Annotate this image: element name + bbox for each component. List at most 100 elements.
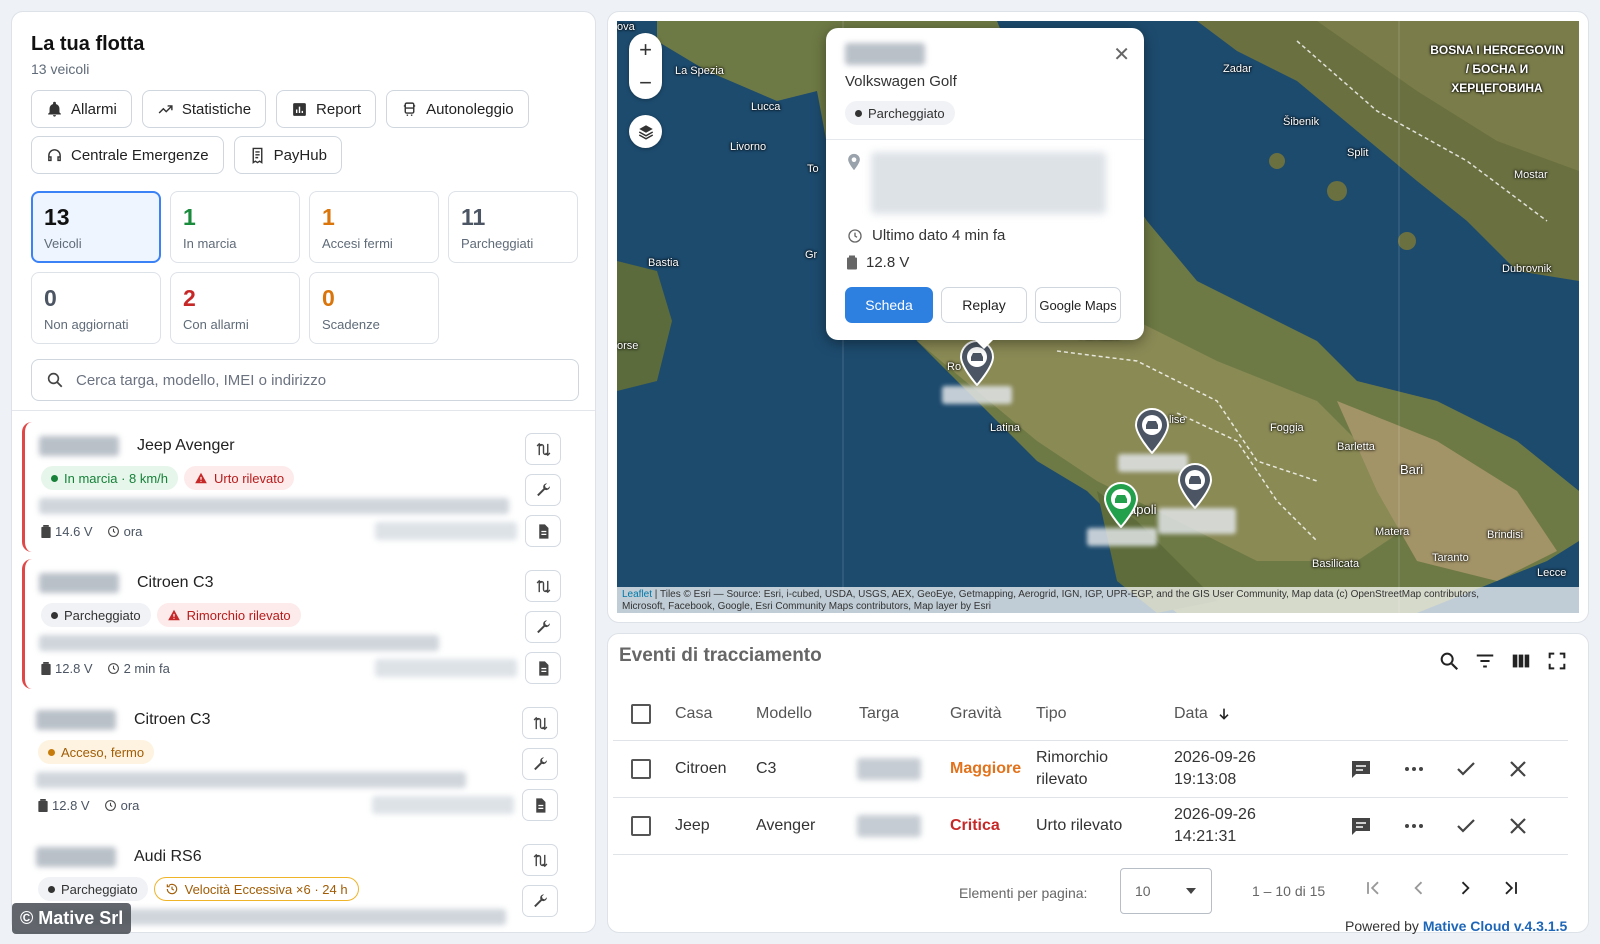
vehicle-actions	[525, 570, 561, 684]
map-label: Latina	[990, 422, 1020, 434]
column-header-casa[interactable]: Casa	[675, 687, 712, 740]
payhub-button[interactable]: PayHub	[233, 136, 342, 174]
vehicle-card[interactable]: Citroen C3 Parcheggiato Rimorchio rileva…	[22, 559, 582, 689]
filter-icon[interactable]	[1474, 650, 1496, 672]
per-page-value: 10	[1135, 883, 1151, 899]
vehicle-card[interactable]: Citroen C3 Acceso, fermo 12.8 V ora	[22, 696, 582, 826]
prev-page-icon[interactable]	[1409, 878, 1429, 898]
more-button[interactable]	[1402, 798, 1426, 854]
statistics-button[interactable]: Statistiche	[141, 90, 267, 128]
comment-button[interactable]	[1349, 741, 1373, 797]
close-icon[interactable]: ✕	[1113, 42, 1130, 67]
vehicle-actions	[522, 707, 558, 821]
alarms-button[interactable]: Allarmi	[31, 90, 132, 128]
vehicle-pin-gray[interactable]	[1134, 408, 1170, 454]
maintenance-button[interactable]	[522, 748, 558, 780]
vehicle-plate-redacted	[36, 710, 116, 730]
vehicle-address-redacted	[36, 772, 466, 788]
row-checkbox[interactable]	[631, 798, 651, 854]
map-label: Split	[1347, 147, 1369, 159]
map-label: Zadar	[1223, 63, 1252, 75]
search-placeholder: Cerca targa, modello, IMEI o indirizzo	[76, 371, 327, 389]
first-page-icon[interactable]	[1363, 878, 1383, 898]
stat-not-updated[interactable]: 0 Non aggiornati	[31, 272, 161, 344]
search-icon[interactable]	[1438, 650, 1460, 672]
route-button[interactable]	[525, 433, 561, 465]
per-page-select[interactable]: 10	[1120, 868, 1212, 914]
battery-icon	[41, 525, 51, 538]
document-button[interactable]	[522, 789, 558, 821]
document-button[interactable]	[525, 652, 561, 684]
vehicle-pin-green[interactable]	[1103, 482, 1139, 528]
map-label: Lucca	[751, 101, 781, 113]
wrench-icon	[533, 893, 547, 907]
stat-moving[interactable]: 1 In marcia	[170, 191, 300, 263]
stat-parked[interactable]: 11 Parcheggiati	[448, 191, 578, 263]
zoom-in-button[interactable]: +	[639, 37, 652, 63]
layers-button[interactable]	[629, 115, 662, 148]
sort-desc-icon	[1219, 708, 1229, 720]
acknowledge-button[interactable]	[1454, 741, 1478, 797]
row-checkbox[interactable]	[631, 741, 651, 797]
vehicle-meta: 12.8 V ora	[38, 798, 139, 813]
alarm-badge: Velocità Eccessiva ×6 · 24 h	[153, 877, 359, 901]
cell-targa-redacted	[857, 741, 921, 797]
bell-icon	[48, 101, 61, 117]
dismiss-button[interactable]	[1506, 741, 1530, 797]
stat-value: 0	[322, 285, 335, 311]
car-rental-button[interactable]: Autonoleggio	[386, 90, 529, 128]
maintenance-button[interactable]	[522, 885, 558, 917]
column-header-modello[interactable]: Modello	[756, 687, 812, 740]
stat-deadlines[interactable]: 0 Scadenze	[309, 272, 439, 344]
vehicle-card[interactable]: Jeep Avenger In marcia · 8 km/h Urto ril…	[22, 422, 582, 552]
map-label: Lecce	[1537, 567, 1567, 579]
last-page-icon[interactable]	[1501, 878, 1521, 898]
google-maps-button[interactable]: Google Maps	[1035, 287, 1121, 323]
map-label: Barletta	[1337, 441, 1375, 453]
list-divider	[12, 410, 595, 411]
fleet-panel: La tua flotta 13 veicoli Allarmi Statist…	[11, 11, 596, 933]
document-button[interactable]	[525, 515, 561, 547]
vehicle-pin-gray[interactable]	[1177, 463, 1213, 509]
route-button[interactable]	[525, 570, 561, 602]
stat-with-alarms[interactable]: 2 Con allarmi	[170, 272, 300, 344]
column-header-gravita[interactable]: Gravità	[950, 687, 1002, 740]
status-badge-label: Acceso, fermo	[61, 744, 145, 760]
map-canvas[interactable]: + − ova La Spezia Lucca Livorno To Basti…	[617, 21, 1579, 613]
comment-button[interactable]	[1349, 798, 1373, 854]
powered-by-brand[interactable]: Mative Cloud v.4.3.1.5	[1423, 918, 1567, 934]
column-header-targa[interactable]: Targa	[859, 687, 899, 740]
column-header-tipo[interactable]: Tipo	[1036, 687, 1067, 740]
fullscreen-icon[interactable]	[1546, 650, 1568, 672]
cell-data: 2026-09-26 14:21:31	[1174, 806, 1256, 845]
select-all-checkbox[interactable]	[631, 687, 651, 740]
route-button[interactable]	[522, 844, 558, 876]
cell-modello: Avenger	[756, 817, 816, 834]
column-header-data[interactable]: Data	[1174, 687, 1232, 740]
emergency-center-button[interactable]: Centrale Emergenze	[31, 136, 224, 174]
table-row[interactable]: Citroen C3 Maggiore Rimorchio rilevato 2…	[613, 741, 1568, 798]
report-button[interactable]: Report	[276, 90, 377, 128]
zoom-out-button[interactable]: −	[639, 70, 652, 96]
map-attribution: Leaflet | Tiles © Esri — Source: Esri, i…	[617, 587, 1579, 613]
replay-button[interactable]: Replay	[941, 287, 1027, 323]
table-row[interactable]: Jeep Avenger Critica Urto rilevato 2026-…	[613, 798, 1568, 855]
acknowledge-button[interactable]	[1454, 798, 1478, 854]
more-button[interactable]	[1402, 741, 1426, 797]
stat-value: 1	[183, 204, 196, 230]
dismiss-button[interactable]	[1506, 798, 1530, 854]
leaflet-link[interactable]: Leaflet	[622, 589, 652, 600]
cell-tipo: Rimorchio rilevato	[1036, 749, 1109, 788]
next-page-icon[interactable]	[1455, 878, 1475, 898]
stat-vehicles[interactable]: 13 Veicoli	[31, 191, 161, 263]
vehicle-last-update: 2 min fa	[123, 661, 170, 676]
battery-icon	[847, 255, 857, 270]
route-button[interactable]	[522, 707, 558, 739]
columns-icon[interactable]	[1510, 650, 1532, 672]
stat-idle[interactable]: 1 Accesi fermi	[309, 191, 439, 263]
maintenance-button[interactable]	[525, 474, 561, 506]
pagination: Elementi per pagina: 10 1 – 10 di 15	[608, 868, 1588, 918]
maintenance-button[interactable]	[525, 611, 561, 643]
vehicle-search-input[interactable]: Cerca targa, modello, IMEI o indirizzo	[31, 359, 579, 401]
scheda-button[interactable]: Scheda	[845, 287, 933, 323]
